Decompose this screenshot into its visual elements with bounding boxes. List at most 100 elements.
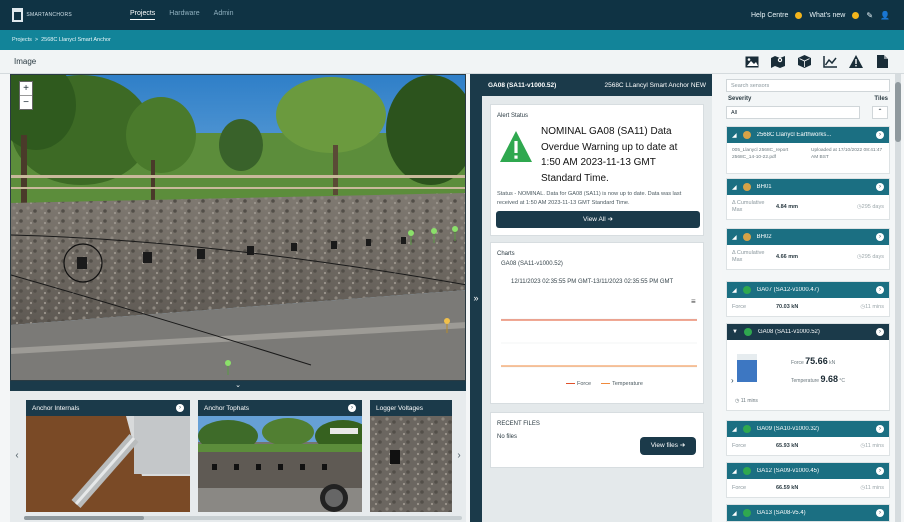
green-status-icon [743,328,752,336]
arrow-right-icon[interactable]: › [876,425,884,433]
anchor-tophats-thumbnail [198,416,371,512]
gauge-pointer-icon: › [731,376,734,385]
whats-new-link[interactable]: What's new [809,12,845,19]
sensor-card-header[interactable]: ◢ GA09 (SA10-v1000.32) › [727,421,889,437]
expand-icon[interactable]: ◢ [732,468,737,475]
reading-value: 66.59 kN [776,485,799,491]
top-right-actions: Help Centre What's new ✎ 👤 [751,11,890,20]
sensor-card[interactable]: ◢ GA12 (SA09-v1000.45) › Force 66.59 kN … [726,462,890,498]
panel-collapse-button[interactable]: » [470,74,482,522]
sensor-card-header[interactable]: ◢ BH01 › [727,179,889,195]
force-label: Force [791,360,804,366]
nav-admin[interactable]: Admin [214,10,234,20]
zoom-out-button[interactable]: − [20,95,32,109]
legend-force[interactable]: Force [566,381,591,387]
chart-line-icon[interactable] [822,54,838,70]
expand-icon[interactable]: ◢ [732,234,737,241]
app-logo[interactable]: SMARTANCHORS [12,6,72,24]
arrow-right-icon[interactable]: › [348,404,356,412]
force-gauge-fill [737,360,757,382]
zoom-controls: + − [19,81,33,110]
arrow-right-icon[interactable]: › [876,183,884,191]
sensor-card[interactable]: ◢ BH02 › Δ Cumulative Max 4.66 mm ◷ 295 … [726,228,890,270]
sensor-card[interactable]: ◢ BH01 › Δ Cumulative Max 4.84 mm ◷ 295 … [726,178,890,220]
carousel-toggle-button[interactable]: ⌄ [10,381,466,391]
tiles-label: Tiles [874,96,888,102]
expand-icon[interactable]: ◢ [732,132,737,139]
top-navbar: SMARTANCHORS Projects Hardware Admin Hel… [0,0,904,30]
file-icon[interactable] [874,54,890,70]
arrow-right-icon[interactable]: › [876,233,884,241]
file-name[interactable]: 005_Llanycl 2568C_report 2568C_14-10-22.… [732,147,805,161]
user-icon[interactable]: 👤 [880,11,890,20]
severity-select[interactable]: All [726,106,860,119]
carousel-card-anchor-tophats[interactable]: Anchor Tophats › [198,400,371,512]
sensor-list-scrollbar[interactable] [895,74,901,522]
sensor-list-panel: Search sensors Severity Tiles All ⌃ ◢ 25… [722,74,894,522]
expand-icon[interactable]: ◢ [732,510,737,517]
cube-icon[interactable] [796,54,812,70]
sensor-card-header[interactable]: ◢ GA12 (SA09-v1000.45) › [727,463,889,479]
arrow-right-icon[interactable]: › [876,467,884,475]
map-icon[interactable] [770,54,786,70]
chart-menu-icon[interactable]: ≡ [691,297,696,306]
legend-temperature[interactable]: Temperature [601,381,643,387]
nav-projects[interactable]: Projects [130,10,156,20]
sensor-card-header[interactable]: ▼ GA08 (SA11-v1000.52) › [727,324,889,340]
sensor-card-header[interactable]: ◢ GA07 (SA12-v1000.47) › [727,282,889,298]
force-gauge [737,354,757,382]
sensor-card[interactable]: ◢ GA13 (SA08-v5.4) › [726,504,890,522]
arrow-right-icon[interactable]: › [876,328,884,336]
temperature-value: 9.68 [820,374,838,384]
reading-age-row: ◷ 11 mins [735,398,758,404]
chevron-left-icon[interactable]: ‹ [12,443,22,469]
legend-temperature-label: Temperature [612,381,643,387]
logger-voltages-thumbnail [370,416,452,512]
image-icon[interactable] [744,54,760,70]
chevron-up-icon[interactable]: ⌃ [872,106,888,119]
image-carousel: ‹ › Anchor Internals › Anchor Tophats › [10,391,466,522]
sensor-card-header[interactable]: ◢ GA13 (SA08-v5.4) › [727,505,889,521]
expand-icon[interactable]: ◢ [732,184,737,191]
nav-hardware[interactable]: Hardware [169,10,199,20]
breadcrumb-projects[interactable]: Projects [12,37,32,43]
sensor-detail-panel: GA08 (SA11-v1000.52) 2568C LLancyl Smart… [482,74,712,522]
temperature-reading: Temperature 9.68 °C [791,374,845,384]
sensor-search-input[interactable]: Search sensors [726,79,890,92]
reading-value: 65.93 kN [776,443,799,449]
warning-icon[interactable] [848,54,864,70]
green-status-icon [742,286,751,294]
breadcrumb-project[interactable]: 2568C Llanycl Smart Anchor [41,37,111,43]
sensor-card[interactable]: ◢ GA07 (SA12-v1000.47) › Force 70.03 kN … [726,281,890,317]
sensor-card[interactable]: ◢ 2568C Llanycl Earthworks... › 005_Llan… [726,126,890,174]
collapse-icon[interactable]: ▼ [732,329,738,335]
arrow-right-icon[interactable]: › [876,509,884,517]
site-scene-viewer[interactable]: + − [10,74,466,381]
carousel-card-logger-voltages[interactable]: Logger Voltages [370,400,452,512]
carousel-card-anchor-internals[interactable]: Anchor Internals › [26,400,190,512]
view-files-button[interactable]: View files ➔ [640,437,696,455]
green-status-icon [742,467,751,475]
sensor-card-header[interactable]: ◢ 2568C Llanycl Earthworks... › [727,127,889,143]
severity-label: Severity [728,96,752,102]
card-title: Anchor Internals [32,404,80,412]
carousel-scrollbar[interactable] [24,516,462,520]
arrow-right-icon[interactable]: › [876,286,884,294]
view-all-alerts-button[interactable]: View All ➔ [496,211,700,228]
edit-icon[interactable]: ✎ [866,11,873,20]
sensor-name: GA12 (SA09-v1000.45) [756,468,819,474]
zoom-in-button[interactable]: + [20,82,32,95]
recent-files-title: RECENT FILES [497,421,540,427]
arrow-right-icon[interactable]: › [876,131,884,139]
chevron-right-icon[interactable]: › [454,443,464,469]
sensor-card-header[interactable]: ◢ BH02 › [727,229,889,245]
reading-label: Force [732,304,747,310]
sensor-card-expanded[interactable]: ▼ GA08 (SA11-v1000.52) › › Force 75.66 k… [726,323,890,411]
expand-icon[interactable]: ◢ [732,426,737,433]
view-all-label: View All [583,216,606,223]
expand-icon[interactable]: ◢ [732,287,737,294]
arrow-right-icon[interactable]: › [176,404,184,412]
reading-value: 4.66 mm [776,254,799,260]
help-centre-link[interactable]: Help Centre [751,12,788,19]
sensor-card[interactable]: ◢ GA09 (SA10-v1000.32) › Force 65.93 kN … [726,420,890,456]
